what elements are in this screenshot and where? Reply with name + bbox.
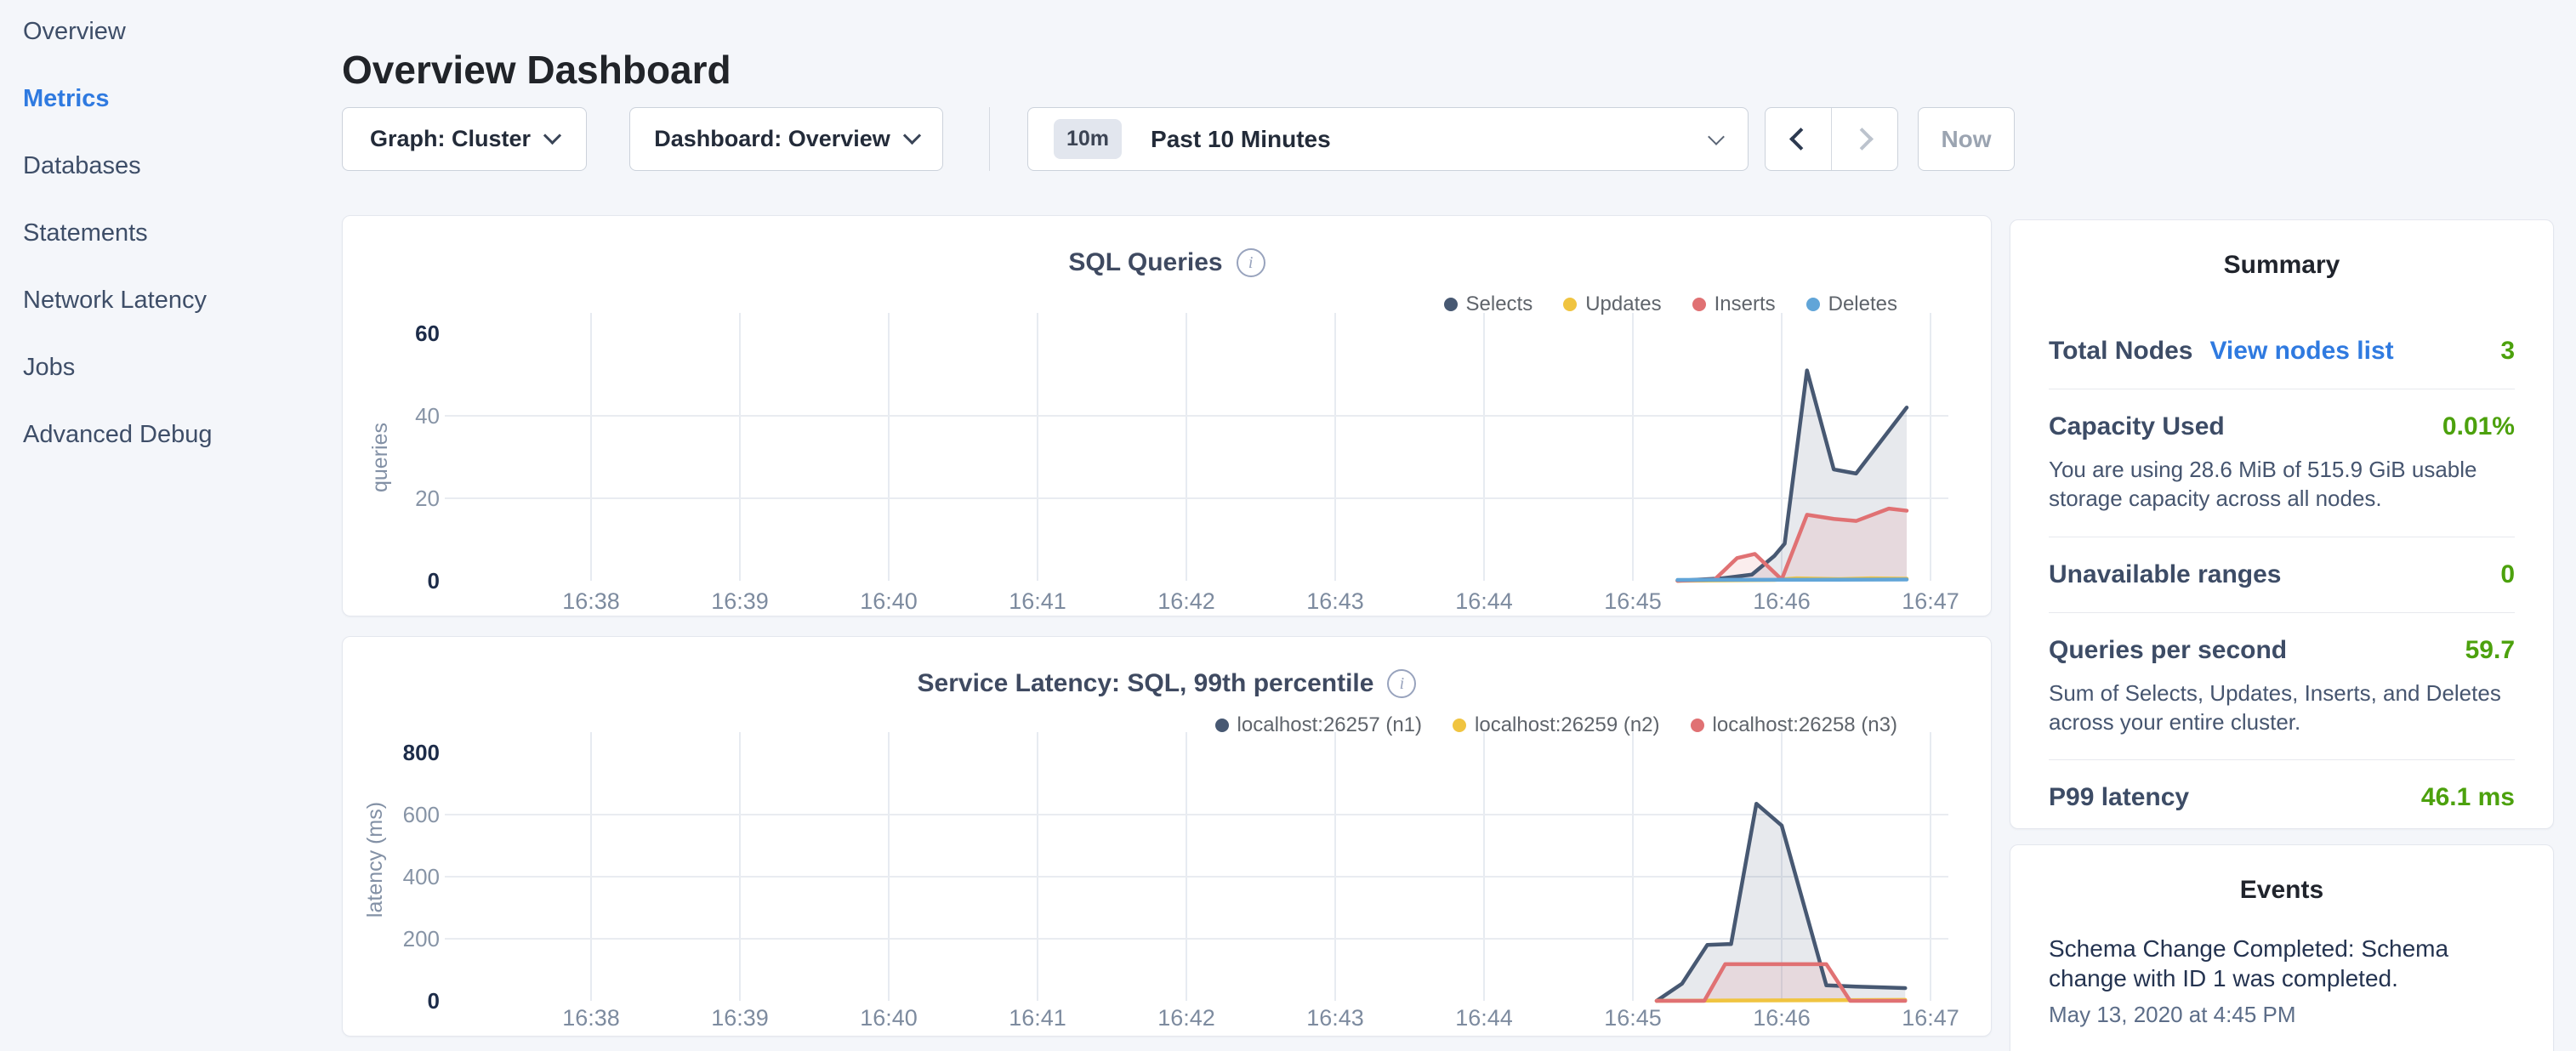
- view-nodes-list-link[interactable]: View nodes list: [2209, 337, 2393, 366]
- x-tick-label: 16:44: [1455, 588, 1513, 614]
- x-tick-label: 16:43: [1306, 588, 1364, 614]
- summary-row-label: Total Nodes: [2049, 337, 2192, 366]
- summary-row-caption: You are using 28.6 MiB of 515.9 GiB usab…: [2049, 455, 2515, 514]
- chevron-right-icon: [1851, 128, 1874, 151]
- prev-time-button[interactable]: [1766, 108, 1831, 170]
- chevron-down-icon: [543, 127, 561, 145]
- y-tick-label: 600: [403, 802, 440, 827]
- x-tick-label: 16:40: [860, 588, 918, 614]
- sidebar-item-network-latency[interactable]: Network Latency: [23, 287, 332, 313]
- sidebar-nav: Overview Metrics Databases Statements Networ…: [0, 0, 332, 1051]
- time-range-selector[interactable]: 10m Past 10 Minutes: [1027, 107, 1749, 171]
- x-tick-label: 16:41: [1009, 1005, 1066, 1031]
- admin-ui-page: Overview Metrics Databases Statements Networ…: [0, 0, 2576, 1051]
- summary-row-value: 0: [2500, 560, 2515, 589]
- event-item: Schema Change Completed: Schema change w…: [2049, 934, 2515, 1028]
- sidebar-item-advanced-debug[interactable]: Advanced Debug: [23, 422, 332, 447]
- y-tick-label: 200: [403, 926, 440, 952]
- x-tick-label: 16:42: [1157, 1005, 1215, 1031]
- x-tick-label: 16:38: [562, 1005, 620, 1031]
- x-tick-label: 16:45: [1604, 1005, 1662, 1031]
- y-tick-label: 0: [428, 988, 440, 1014]
- sidebar-item-jobs[interactable]: Jobs: [23, 355, 332, 380]
- service-latency-plot: 16:38 16:39 16:40 16:41 16:42 16:43 16:44 16:45…: [343, 637, 1993, 1037]
- page-title: Overview Dashboard: [342, 47, 731, 93]
- time-range-badge: 10m: [1054, 119, 1122, 159]
- events-title: Events: [2049, 845, 2515, 905]
- sidebar-item-overview[interactable]: Overview: [23, 19, 332, 44]
- y-axis-title: queries: [368, 423, 392, 492]
- sidebar-item-metrics[interactable]: Metrics: [23, 86, 332, 111]
- x-tick-label: 16:46: [1753, 1005, 1811, 1031]
- summary-row-label: Queries per second: [2049, 636, 2287, 665]
- dashboard-dropdown-label: Dashboard: Overview: [654, 126, 890, 152]
- summary-row: P99 latency 46.1 ms: [2049, 760, 2515, 835]
- y-tick-label: 400: [403, 864, 440, 889]
- time-range-label: Past 10 Minutes: [1151, 126, 1331, 153]
- x-tick-label: 16:44: [1455, 1005, 1513, 1031]
- now-button[interactable]: Now: [1918, 107, 2015, 171]
- x-tick-label: 16:45: [1604, 588, 1662, 614]
- y-tick-label: 60: [415, 321, 440, 346]
- x-tick-label: 16:39: [711, 1005, 769, 1031]
- summary-row: Queries per second 59.7 Sum of Selects, Up…: [2049, 613, 2515, 761]
- y-tick-label: 40: [415, 403, 440, 429]
- summary-row: Unavailable ranges 0: [2049, 537, 2515, 613]
- sql-queries-plot: 16:38 16:39 16:40 16:41 16:42 16:43 16:44 16:45…: [343, 216, 1993, 617]
- x-tick-label: 16:38: [562, 588, 620, 614]
- graph-scope-dropdown-label: Graph: Cluster: [370, 126, 531, 152]
- y-tick-label: 800: [403, 740, 440, 765]
- main-content: Overview Dashboard Graph: Cluster Dashbo…: [342, 0, 1992, 1051]
- chevron-left-icon: [1789, 128, 1812, 151]
- summary-row: Capacity Used 0.01% You are using 28.6 MiB…: [2049, 389, 2515, 537]
- y-axis-title: latency (ms): [363, 802, 387, 917]
- sql-queries-chart-card: SQL Queries i SelectsUpdatesInsertsDelet…: [342, 215, 1992, 616]
- summary-row-label: Capacity Used: [2049, 412, 2225, 441]
- summary-row-value: 46.1 ms: [2421, 783, 2515, 812]
- next-time-button[interactable]: [1832, 108, 1897, 170]
- summary-title: Summary: [2049, 220, 2515, 280]
- events-list: Schema Change Completed: Schema change w…: [2049, 934, 2515, 1028]
- events-panel: Events Schema Change Completed: Schema c…: [2010, 844, 2554, 1051]
- x-tick-label: 16:39: [711, 588, 769, 614]
- x-tick-label: 16:42: [1157, 588, 1215, 614]
- x-tick-label: 16:47: [1902, 588, 1959, 614]
- event-timestamp: May 13, 2020 at 4:45 PM: [2049, 1002, 2515, 1028]
- time-pager: [1765, 107, 1898, 171]
- graph-scope-dropdown[interactable]: Graph: Cluster: [342, 107, 587, 171]
- sidebar-item-statements[interactable]: Statements: [23, 220, 332, 246]
- chevron-down-icon: [1708, 128, 1725, 145]
- summary-row: Total Nodes View nodes list 3: [2049, 314, 2515, 389]
- summary-row-label: Unavailable ranges: [2049, 560, 2281, 589]
- summary-row-value: 0.01%: [2442, 412, 2515, 441]
- y-tick-label: 20: [415, 486, 440, 511]
- x-tick-label: 16:46: [1753, 588, 1811, 614]
- service-latency-chart-card: Service Latency: SQL, 99th percentile i …: [342, 636, 1992, 1037]
- summary-row-value: 3: [2500, 337, 2515, 366]
- chevron-down-icon: [903, 127, 921, 145]
- event-text: Schema Change Completed: Schema change w…: [2049, 934, 2515, 993]
- controls-divider: [989, 107, 990, 171]
- summary-row-value: 59.7: [2465, 636, 2515, 665]
- summary-panel: Summary Total Nodes View nodes list 3 Capac…: [2010, 219, 2554, 829]
- x-tick-label: 16:41: [1009, 588, 1066, 614]
- summary-row-caption: Sum of Selects, Updates, Inserts, and De…: [2049, 679, 2515, 737]
- x-tick-label: 16:43: [1306, 1005, 1364, 1031]
- y-tick-label: 0: [428, 568, 440, 594]
- summary-row-label: P99 latency: [2049, 783, 2189, 812]
- sidebar-item-databases[interactable]: Databases: [23, 153, 332, 179]
- now-button-label: Now: [1941, 126, 1991, 153]
- summary-rows: Total Nodes View nodes list 3 Capacity Used…: [2049, 314, 2515, 835]
- x-tick-label: 16:47: [1902, 1005, 1959, 1031]
- x-tick-label: 16:40: [860, 1005, 918, 1031]
- dashboard-dropdown[interactable]: Dashboard: Overview: [629, 107, 943, 171]
